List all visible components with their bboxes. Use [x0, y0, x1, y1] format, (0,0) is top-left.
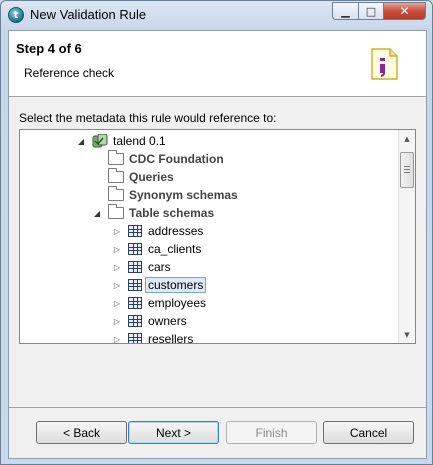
wizard-banner: Step 4 of 6 Reference check: [9, 31, 426, 97]
close-icon: ✕: [399, 4, 410, 18]
maximize-button[interactable]: □: [358, 2, 383, 20]
tree-node-folder[interactable]: CDC Foundation: [108, 150, 224, 168]
window-title: New Validation Rule: [30, 7, 147, 22]
collapse-arrow-icon[interactable]: ◢: [76, 136, 86, 146]
validation-rule-icon: [371, 48, 398, 80]
scroll-down-arrow-icon[interactable]: ▼: [399, 326, 415, 343]
step-title: Step 4 of 6: [16, 41, 82, 56]
expand-arrow-icon[interactable]: ▷: [112, 334, 122, 344]
button-bar-separator: [9, 407, 426, 408]
caption-buttons: ▁ □ ✕: [332, 2, 426, 20]
scroll-up-arrow-icon[interactable]: ▲: [399, 130, 415, 147]
tree-node-table-selected[interactable]: ▷ customers: [112, 276, 207, 294]
folder-icon: [108, 168, 124, 183]
folder-icon: [108, 204, 124, 219]
dialog-client-area: Step 4 of 6 Reference check Select the m…: [8, 30, 427, 459]
tree-node-table[interactable]: ▷ addresses: [112, 222, 203, 240]
vertical-scrollbar[interactable]: ▲ ▼: [398, 130, 415, 343]
back-button[interactable]: < Back: [36, 421, 127, 444]
metadata-prompt: Select the metadata this rule would refe…: [19, 111, 277, 125]
tree-node-table[interactable]: ▷ cars: [112, 258, 171, 276]
scroll-thumb[interactable]: [400, 152, 414, 188]
collapse-arrow-icon[interactable]: ◢: [92, 208, 102, 218]
table-icon: [128, 225, 142, 237]
tree-node-folder[interactable]: ◢ Table schemas: [92, 204, 214, 222]
tree-node-label: employees: [148, 296, 207, 310]
folder-icon: [108, 150, 124, 165]
close-button[interactable]: ✕: [383, 2, 426, 20]
expand-arrow-icon[interactable]: ▷: [112, 316, 122, 326]
tree-node-label: addresses: [148, 224, 204, 238]
minimize-button[interactable]: ▁: [332, 2, 358, 20]
expand-arrow-icon[interactable]: ▷: [112, 298, 122, 308]
tree-node-label: owners: [148, 314, 187, 328]
tree-node-label: talend 0.1: [113, 134, 166, 148]
dialog-window: t New Validation Rule ▁ □ ✕ Step 4 of 6 …: [0, 0, 433, 465]
tree-node-table[interactable]: ▷ resellers: [112, 330, 194, 344]
tree-node-table[interactable]: ▷ owners: [112, 312, 187, 330]
expand-arrow-icon[interactable]: ▷: [112, 280, 122, 290]
tree-node-table[interactable]: ▷ employees: [112, 294, 206, 312]
step-description: Reference check: [24, 66, 115, 80]
table-icon: [128, 261, 142, 273]
maximize-icon: □: [365, 4, 377, 18]
tree-node-label: cars: [148, 260, 171, 274]
folder-icon: [108, 186, 124, 201]
table-icon: [128, 297, 142, 309]
table-icon: [128, 279, 142, 291]
tree-node-root[interactable]: ◢ talend 0.1: [76, 132, 166, 150]
tree-node-folder[interactable]: Queries: [108, 168, 174, 186]
tree-node-label: ca_clients: [148, 242, 202, 256]
tree-node-label: Table schemas: [129, 206, 215, 220]
tree-node-label: Synonym schemas: [129, 188, 238, 202]
metadata-tree[interactable]: ◢ talend 0.1 CDC Foundation Queries Syno: [19, 129, 416, 344]
tree-node-label: resellers: [148, 332, 194, 344]
table-icon: [128, 243, 142, 255]
database-connection-icon: [92, 134, 108, 148]
tree-node-label: CDC Foundation: [129, 152, 224, 166]
tree-node-label: customers: [145, 277, 207, 293]
table-icon: [128, 315, 142, 327]
minimize-icon: ▁: [341, 4, 350, 18]
title-bar: t New Validation Rule ▁ □ ✕: [1, 1, 432, 30]
tree-node-label: Queries: [129, 170, 174, 184]
expand-arrow-icon[interactable]: ▷: [112, 244, 122, 254]
cancel-button[interactable]: Cancel: [323, 421, 414, 444]
finish-button: Finish: [226, 421, 317, 444]
table-icon: [128, 333, 142, 343]
next-button[interactable]: Next >: [128, 421, 219, 444]
tree-node-table[interactable]: ▷ ca_clients: [112, 240, 201, 258]
talend-app-icon: t: [8, 7, 24, 23]
tree-node-folder[interactable]: Synonym schemas: [108, 186, 238, 204]
expand-arrow-icon[interactable]: ▷: [112, 262, 122, 272]
expand-arrow-icon[interactable]: ▷: [112, 226, 122, 236]
